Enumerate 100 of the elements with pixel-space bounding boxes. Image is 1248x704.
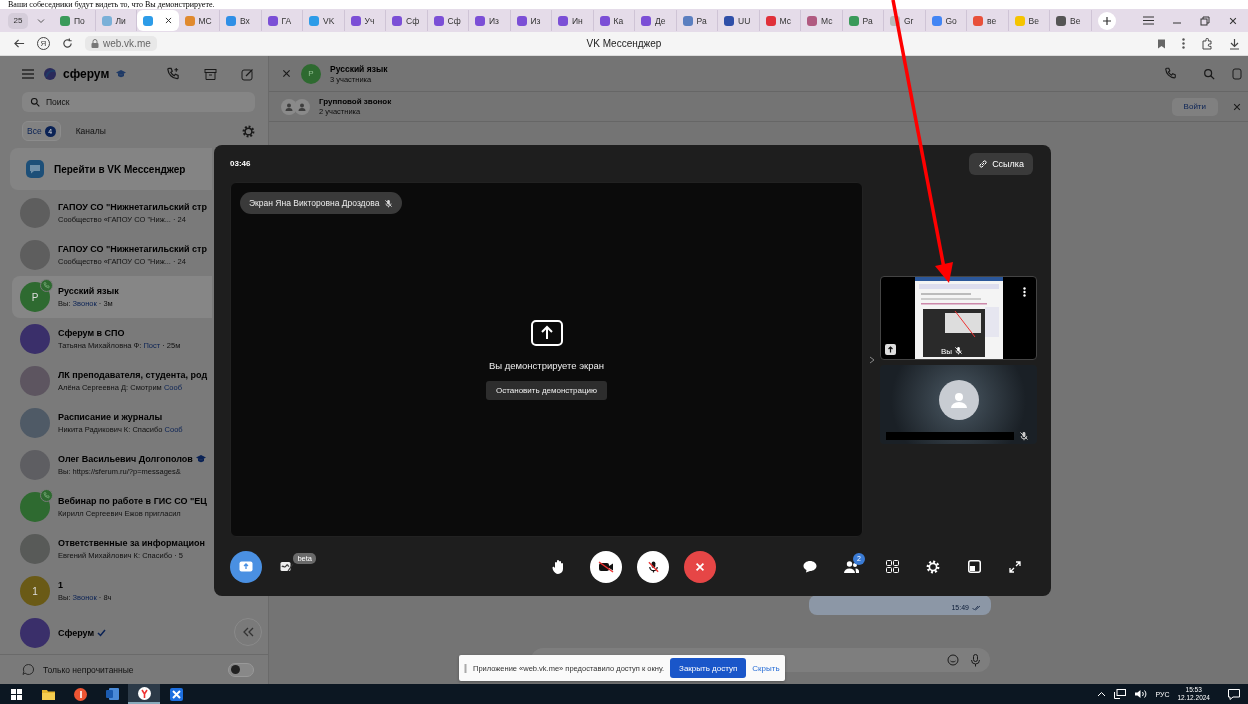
tile-label: Вы bbox=[941, 346, 953, 356]
settings-icon[interactable] bbox=[242, 124, 255, 138]
browser-tab[interactable]: Go bbox=[925, 10, 967, 31]
lock-icon bbox=[91, 39, 99, 48]
menu-icon[interactable] bbox=[1143, 16, 1154, 25]
close-icon[interactable] bbox=[1228, 15, 1238, 26]
microphone-off-icon bbox=[1019, 430, 1029, 441]
taskbar-app-button[interactable] bbox=[128, 684, 160, 704]
address-field[interactable]: web.vk.me bbox=[85, 36, 157, 51]
browser-tab[interactable]: По bbox=[54, 10, 96, 31]
screen-share-button[interactable] bbox=[230, 550, 262, 583]
chat-title: Сферум в СПО bbox=[58, 328, 125, 338]
browser-tab[interactable]: Вх bbox=[220, 10, 262, 31]
phone-plus-icon[interactable] bbox=[166, 67, 180, 81]
panel-icon[interactable] bbox=[1232, 67, 1242, 80]
link-button[interactable]: Ссылка bbox=[969, 152, 1033, 175]
browser-tab[interactable]: МС bbox=[178, 10, 220, 31]
grip-icon bbox=[464, 663, 467, 673]
upload-icon bbox=[530, 319, 563, 346]
browser-tab[interactable]: UU bbox=[718, 10, 760, 31]
chat-title: Русский язык bbox=[58, 286, 119, 296]
close-icon[interactable] bbox=[163, 16, 173, 25]
folder-icon bbox=[41, 688, 55, 700]
browser-tab[interactable]: Сф bbox=[386, 10, 428, 31]
compose-icon[interactable] bbox=[241, 67, 254, 81]
chat-title: Ответственные за информацион bbox=[58, 538, 205, 548]
person-icon bbox=[298, 102, 306, 111]
browser-tab[interactable]: Ве bbox=[1008, 10, 1050, 31]
browser-tab[interactable]: Gr bbox=[884, 10, 926, 31]
participant-tile[interactable] bbox=[880, 364, 1037, 444]
browser-tab[interactable]: Ра bbox=[676, 10, 718, 31]
volume-icon[interactable] bbox=[1134, 689, 1148, 699]
toggle-label: Только непрочитанные bbox=[43, 664, 134, 675]
browser-tab[interactable]: Ра bbox=[842, 10, 884, 31]
microphone-off-icon bbox=[646, 559, 660, 574]
download-icon[interactable] bbox=[1229, 37, 1240, 50]
archive-icon[interactable] bbox=[204, 67, 217, 81]
browser-tab[interactable]: Уч bbox=[344, 10, 386, 31]
people-icon bbox=[843, 560, 859, 573]
graduate-cap-icon bbox=[116, 70, 127, 78]
call-title: Групповой звонок bbox=[319, 97, 392, 106]
promo-card[interactable]: Перейти в VK Мессенджер bbox=[10, 148, 212, 190]
browser-tab[interactable]: Сф bbox=[427, 10, 469, 31]
browser-tab[interactable]: Ин bbox=[552, 10, 594, 31]
reload-icon[interactable] bbox=[62, 38, 73, 49]
browser-tab[interactable]: ве bbox=[967, 10, 1009, 31]
messenger-icon bbox=[26, 160, 44, 178]
browser-tab[interactable]: VK bbox=[303, 10, 345, 31]
filter-tab[interactable]: Каналы bbox=[70, 121, 111, 141]
chat-title: ГАПОУ СО "Нижнетагильский стр bbox=[58, 202, 207, 212]
chat-avatar: Р bbox=[301, 63, 321, 84]
toggle-switch[interactable] bbox=[228, 662, 254, 677]
person-icon bbox=[949, 392, 968, 408]
bookmark-icon[interactable] bbox=[1157, 38, 1166, 49]
search-icon[interactable] bbox=[1203, 67, 1215, 80]
search-field[interactable]: Поиск bbox=[22, 92, 255, 112]
end-call-button[interactable] bbox=[684, 550, 716, 583]
chevron-right-icon[interactable] bbox=[869, 355, 875, 364]
settings-icon bbox=[926, 559, 940, 574]
avatar-letter: 1 bbox=[32, 585, 38, 597]
join-button[interactable]: Войти bbox=[1171, 97, 1218, 116]
phone-icon[interactable] bbox=[1164, 67, 1177, 80]
more-icon[interactable] bbox=[1182, 38, 1185, 49]
back-icon[interactable] bbox=[14, 38, 25, 49]
microphone-button[interactable] bbox=[637, 550, 669, 583]
chat-list-item[interactable]: Сферум bbox=[0, 612, 212, 654]
notification-icon[interactable] bbox=[1228, 688, 1240, 700]
emoji-icon[interactable] bbox=[947, 654, 959, 666]
camera-button[interactable] bbox=[590, 550, 622, 583]
revoke-access-button[interactable]: Закрыть доступ bbox=[670, 658, 747, 678]
camera-off-icon bbox=[598, 560, 614, 573]
browser-tab[interactable]: ГА bbox=[261, 10, 303, 31]
app-icon bbox=[169, 687, 183, 701]
screen-tile[interactable]: Вы bbox=[880, 275, 1037, 360]
browser-tab[interactable]: Мс bbox=[801, 10, 843, 31]
browser-tab[interactable]: Из bbox=[469, 10, 511, 31]
more-icon[interactable] bbox=[1023, 286, 1026, 297]
new-tab-button[interactable] bbox=[1097, 11, 1116, 30]
person-icon bbox=[285, 102, 293, 111]
browser-tab[interactable]: Ве bbox=[1050, 10, 1092, 31]
browser-tab[interactable]: Ли bbox=[95, 10, 137, 31]
stop-sharing-button[interactable]: Остановить демонстрацию bbox=[486, 380, 607, 400]
browser-tab[interactable]: Мс bbox=[759, 10, 801, 31]
chat-title: Русский язык bbox=[330, 63, 388, 74]
browser-tab[interactable]: Ка bbox=[593, 10, 635, 31]
browser-icon bbox=[137, 686, 151, 700]
hide-link[interactable]: Скрыть bbox=[752, 663, 780, 673]
browser-tab[interactable]: Де bbox=[635, 10, 677, 31]
chat-title: Сферум bbox=[58, 628, 95, 638]
restore-icon[interactable] bbox=[1200, 15, 1210, 26]
microphone-off-icon bbox=[954, 345, 963, 355]
extension-icon[interactable] bbox=[1201, 37, 1213, 50]
microphone-off-icon bbox=[384, 198, 394, 208]
chat-title: Расписание и журналы bbox=[58, 412, 163, 422]
microphone-icon[interactable] bbox=[971, 653, 980, 667]
network-icon[interactable] bbox=[1114, 689, 1127, 699]
browser-tab[interactable]: Из bbox=[510, 10, 552, 31]
call-timer: 03:46 bbox=[230, 159, 251, 168]
tab-count[interactable]: 25 bbox=[8, 12, 28, 29]
chevron-up-icon[interactable] bbox=[1097, 691, 1107, 697]
